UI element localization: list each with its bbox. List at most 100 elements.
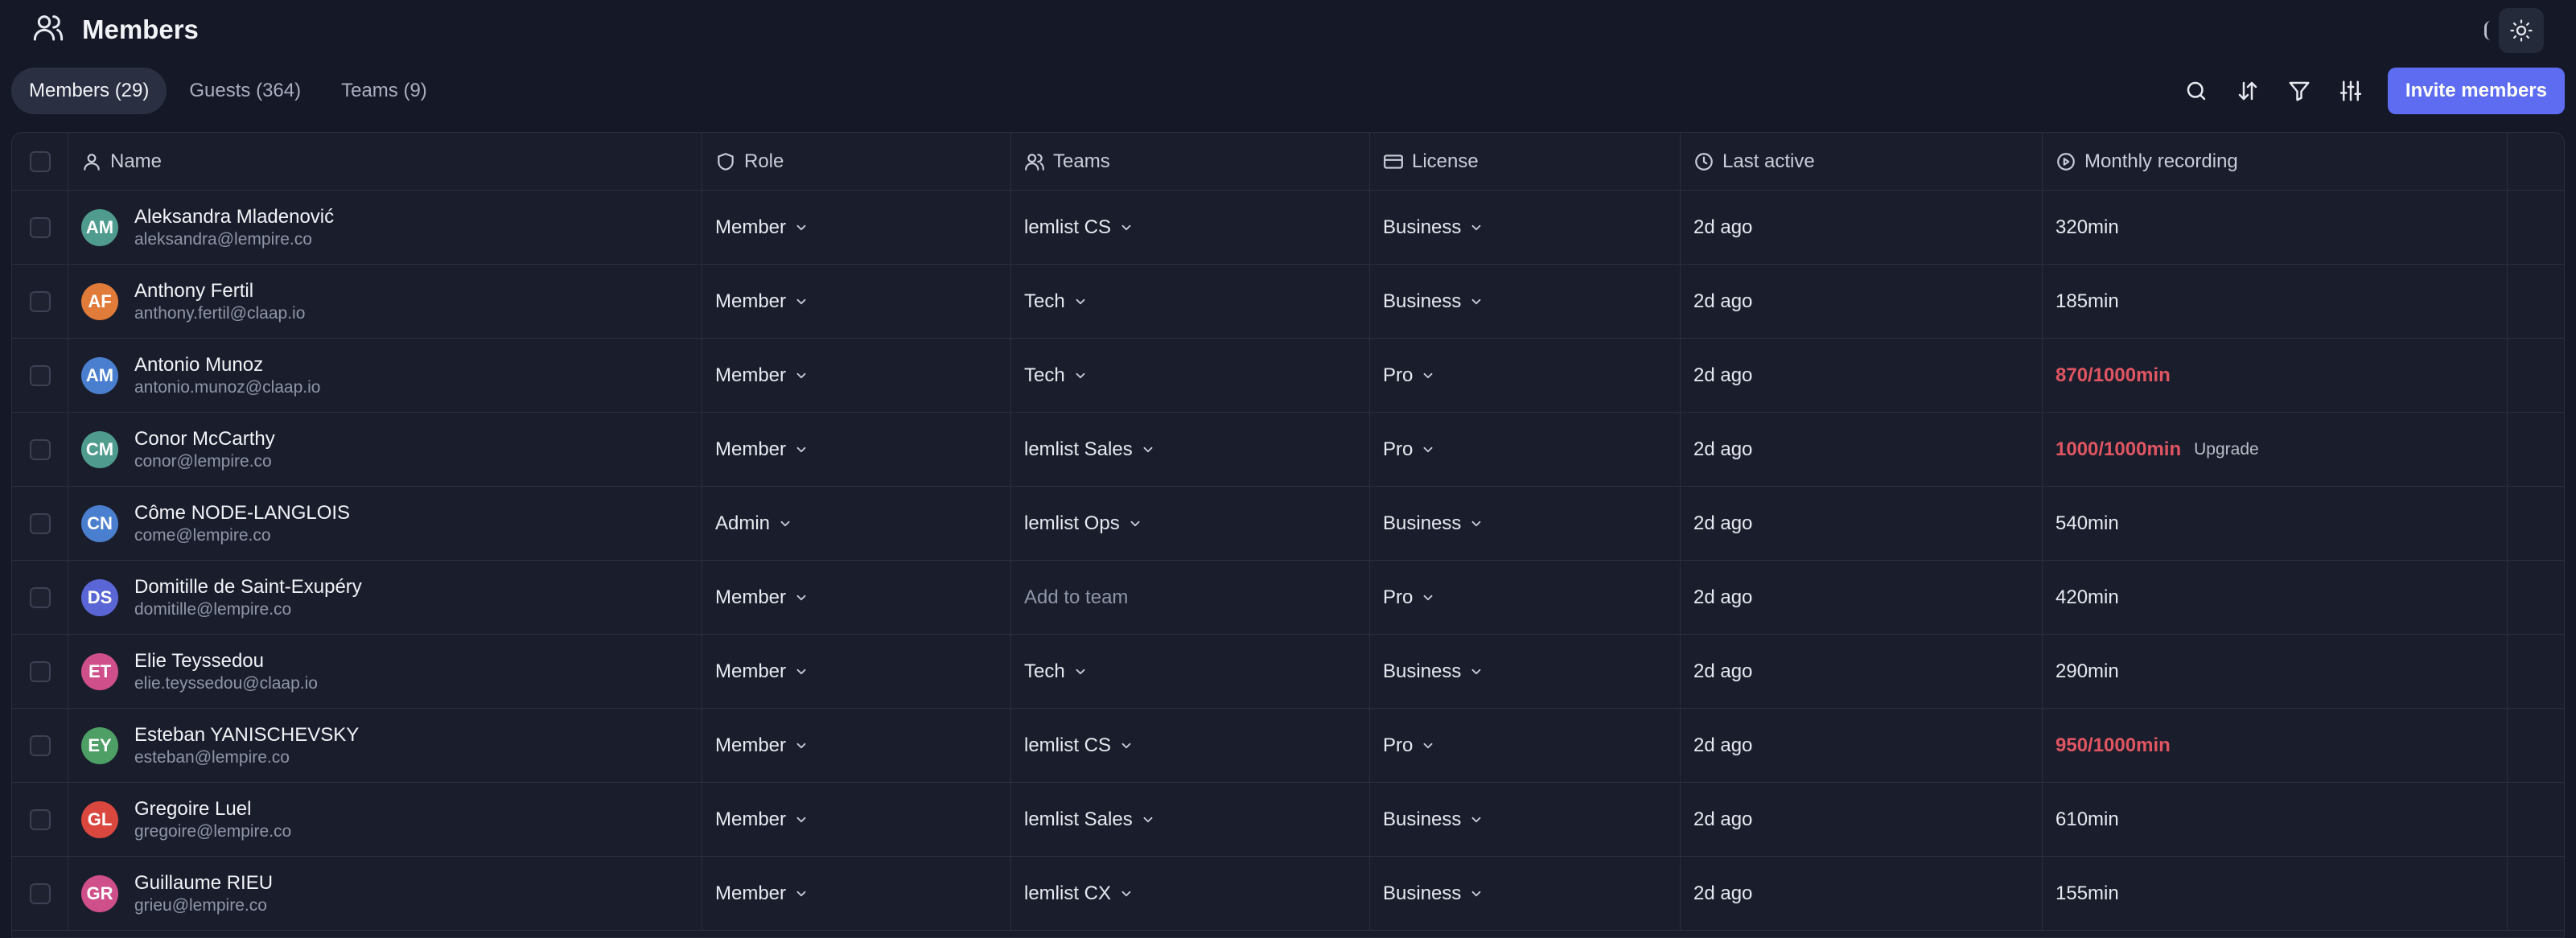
license-dropdown[interactable]: Business (1370, 290, 1483, 313)
column-header-last-active[interactable]: Last active (1681, 133, 2043, 190)
row-checkbox[interactable] (29, 882, 51, 904)
role-dropdown[interactable]: Member (702, 290, 809, 313)
chevron-down-icon (1121, 224, 1131, 230)
role-dropdown[interactable]: Member (702, 660, 809, 683)
table-row[interactable]: CN Côme NODE-LANGLOIS come@lempire.co Ad… (12, 487, 2564, 561)
team-dropdown[interactable]: lemlist CX (1011, 882, 1134, 905)
team-dropdown[interactable]: lemlist Sales (1011, 808, 1155, 831)
select-cell (12, 857, 68, 930)
member-email: domitille@lempire.co (134, 599, 292, 619)
member-email: esteban@lempire.co (134, 747, 290, 767)
team-dropdown[interactable]: lemlist CS (1011, 734, 1134, 757)
table-row[interactable]: EY Esteban YANISCHEVSKY esteban@lempire.… (12, 709, 2564, 783)
license-dropdown[interactable]: Pro (1370, 438, 1435, 461)
table-row[interactable]: AF Anthony Fertil anthony.fertil@claap.i… (12, 265, 2564, 339)
row-checkbox[interactable] (29, 438, 51, 460)
search-button[interactable] (2171, 68, 2222, 114)
sort-button[interactable] (2222, 68, 2274, 114)
row-checkbox[interactable] (29, 808, 51, 830)
row-checkbox[interactable] (29, 216, 51, 238)
table-row[interactable]: AM Antonio Munoz antonio.munoz@claap.io … (12, 339, 2564, 413)
license-dropdown[interactable]: Pro (1370, 364, 1435, 387)
role-dropdown[interactable]: Admin (702, 512, 792, 535)
row-checkbox[interactable] (29, 660, 51, 682)
members-tabs: Members (29) Guests (364) Teams (9) (11, 68, 445, 114)
license-dropdown[interactable]: Business (1370, 882, 1483, 905)
team-dropdown[interactable]: Add to team (1011, 586, 1128, 609)
column-header-role[interactable]: Role (702, 133, 1011, 190)
last-active-cell: 2d ago (1681, 191, 2043, 264)
row-checkbox[interactable] (29, 290, 51, 312)
role-dropdown[interactable]: Member (702, 216, 809, 239)
user-icon (84, 153, 100, 171)
column-settings-button[interactable] (2325, 68, 2376, 114)
license-dropdown[interactable]: Pro (1370, 734, 1435, 757)
avatar: DS (81, 578, 118, 616)
column-header-license[interactable]: License (1370, 133, 1681, 190)
license-dropdown[interactable]: Pro (1370, 586, 1435, 609)
license-cell: Pro (1370, 339, 1681, 412)
table-row[interactable]: CM Conor McCarthy conor@lempire.co Membe… (12, 413, 2564, 487)
member-name: Côme NODE-LANGLOIS (134, 501, 351, 524)
select-cell (12, 635, 68, 708)
role-dropdown[interactable]: Member (702, 808, 809, 831)
member-name: Domitille de Saint-Exupéry (134, 575, 362, 598)
theme-toggle-button[interactable] (2499, 8, 2544, 53)
team-dropdown[interactable]: Tech (1011, 364, 1088, 387)
member-name: Conor McCarthy (134, 427, 275, 450)
member-identity: Elie Teyssedou elie.teyssedou@claap.io (134, 650, 318, 693)
invite-members-button[interactable]: Invite members (2387, 68, 2565, 114)
team-value: Tech (1024, 364, 1065, 386)
table-row[interactable]: ET Elie Teyssedou elie.teyssedou@claap.i… (12, 635, 2564, 709)
role-dropdown[interactable]: Member (702, 882, 809, 905)
row-checkbox[interactable] (29, 512, 51, 534)
recording-usage: 155min (2043, 882, 2119, 905)
column-header-teams[interactable]: Teams (1011, 133, 1370, 190)
select-all-checkbox[interactable] (29, 150, 51, 172)
team-dropdown[interactable]: Tech (1011, 660, 1088, 683)
users-icon (1025, 153, 1044, 171)
role-dropdown[interactable]: Member (702, 364, 809, 387)
recording-usage: 950/1000min (2043, 734, 2171, 757)
upgrade-link[interactable]: Upgrade (2194, 440, 2259, 459)
recording-cell: 155min (2043, 857, 2508, 930)
license-dropdown[interactable]: Business (1370, 216, 1483, 239)
row-extra-cell (2508, 191, 2564, 264)
moon-icon[interactable] (2484, 21, 2491, 40)
chevron-down-icon (1423, 372, 1433, 378)
role-dropdown[interactable]: Member (702, 734, 809, 757)
member-email: gregoire@lempire.co (134, 821, 292, 841)
license-dropdown[interactable]: Business (1370, 512, 1483, 535)
row-extra-cell (2508, 709, 2564, 782)
recording-usage: 420min (2043, 586, 2119, 609)
team-dropdown[interactable]: lemlist CS (1011, 216, 1134, 239)
tab-teams[interactable]: Teams (9) (323, 68, 445, 114)
team-cell: Tech (1011, 635, 1370, 708)
role-dropdown[interactable]: Member (702, 586, 809, 609)
row-extra-cell (2508, 339, 2564, 412)
member-name: Aleksandra Mladenović (134, 205, 335, 228)
license-dropdown[interactable]: Business (1370, 808, 1483, 831)
role-dropdown[interactable]: Member (702, 438, 809, 461)
table-row[interactable]: GL Gregoire Luel gregoire@lempire.co Mem… (12, 783, 2564, 857)
name-cell: CN Côme NODE-LANGLOIS come@lempire.co (68, 487, 702, 560)
row-checkbox[interactable] (29, 364, 51, 386)
table-row[interactable]: AM Aleksandra Mladenović aleksandra@lemp… (12, 191, 2564, 265)
settings-sliders-icon (2339, 80, 2362, 101)
team-dropdown[interactable]: lemlist Sales (1011, 438, 1155, 461)
role-value: Member (715, 882, 787, 904)
table-row[interactable]: DS Domitille de Saint-Exupéry domitille@… (12, 561, 2564, 635)
column-header-monthly-recording[interactable]: Monthly recording (2043, 133, 2508, 190)
license-dropdown[interactable]: Business (1370, 660, 1483, 683)
row-checkbox[interactable] (29, 734, 51, 756)
filter-button[interactable] (2274, 68, 2325, 114)
column-header-name[interactable]: Name (68, 133, 702, 190)
tab-guests[interactable]: Guests (364) (171, 68, 319, 114)
row-checkbox[interactable] (29, 586, 51, 608)
table-row[interactable]: GR Guillaume RIEU grieu@lempire.co Membe… (12, 857, 2564, 931)
tab-members[interactable]: Members (29) (11, 68, 167, 114)
team-dropdown[interactable]: Tech (1011, 290, 1088, 313)
team-dropdown[interactable]: lemlist Ops (1011, 512, 1142, 535)
chevron-down-icon (796, 891, 806, 896)
license-value: Pro (1383, 734, 1414, 756)
